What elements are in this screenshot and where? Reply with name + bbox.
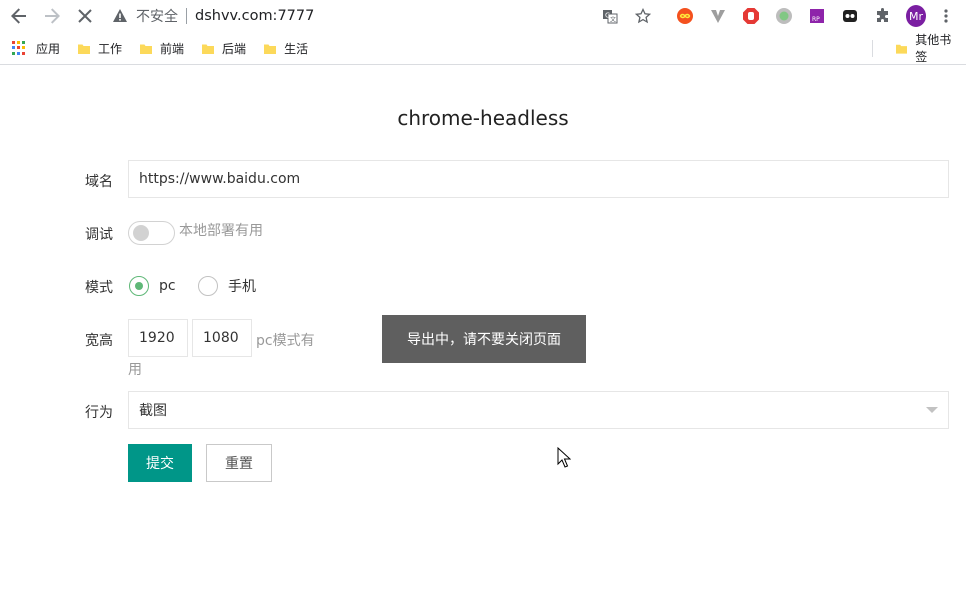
bookmark-folder-work[interactable]: 工作 [78, 36, 122, 60]
profile-avatar[interactable]: Mr [906, 5, 926, 27]
url-text[interactable]: dshvv.com:7777 [195, 8, 314, 24]
bookmark-label: 工作 [98, 41, 123, 56]
translate-icon[interactable]: G文 [600, 6, 620, 26]
folder-icon [896, 44, 908, 54]
domain-input[interactable]: https://www.baidu.com [128, 160, 949, 198]
action-selected-value: 截图 [139, 403, 167, 419]
extension-infinity-icon[interactable] [675, 6, 695, 26]
height-input[interactable]: 1080 [192, 319, 252, 357]
submit-button[interactable]: 提交 [128, 444, 192, 482]
extension-dark-icon[interactable] [840, 6, 860, 26]
radio-label: 手机 [228, 279, 256, 295]
switch-knob [133, 225, 149, 241]
bookmark-other[interactable]: 其他书签 [896, 33, 960, 64]
extension-stop-icon[interactable] [741, 6, 761, 26]
width-input[interactable]: 1920 [128, 319, 188, 357]
mode-radio-pc[interactable]: pc [129, 276, 176, 296]
bookmark-label: 应用 [36, 41, 61, 56]
bookmarks-divider [872, 40, 873, 57]
debug-label: 调试 [85, 227, 113, 243]
action-label: 行为 [85, 405, 113, 421]
size-hint-wrap: 用 [128, 362, 142, 378]
bookmarks-bar: 应用 工作 前端 后端 生活 其他书签 [0, 32, 966, 65]
page-title: chrome-headless [397, 106, 569, 130]
toolbar-right-icons: G文 RP Mr [587, 5, 956, 27]
folder-icon [264, 44, 277, 54]
debug-hint: 本地部署有用 [179, 223, 263, 239]
bookmark-folder-life[interactable]: 生活 [264, 36, 308, 60]
address-divider [186, 8, 187, 24]
loading-toast: 导出中，请不要关闭页面 [382, 315, 586, 363]
back-arrow-icon[interactable] [8, 5, 30, 27]
star-bookmark-icon[interactable] [633, 6, 653, 26]
browser-toolbar: 不安全 dshvv.com:7777 G文 RP Mr [0, 0, 966, 32]
apps-grid-icon [12, 41, 26, 55]
chevron-down-icon [926, 407, 938, 413]
warning-icon[interactable] [112, 8, 128, 24]
radio-checked-icon [129, 276, 149, 296]
svg-text:文: 文 [610, 16, 616, 24]
size-label: 宽高 [85, 333, 113, 349]
folder-icon [140, 44, 153, 54]
extension-circle-icon[interactable] [774, 6, 794, 26]
action-select[interactable]: 截图 [128, 391, 949, 429]
bookmark-label: 后端 [222, 41, 247, 56]
mode-radio-mobile[interactable]: 手机 [198, 276, 256, 296]
extension-rp-icon[interactable]: RP [807, 6, 827, 26]
domain-label: 域名 [85, 174, 113, 190]
folder-icon [78, 44, 91, 54]
mode-label: 模式 [85, 280, 113, 296]
avatar[interactable]: Mr [906, 5, 926, 27]
forward-arrow-icon[interactable] [41, 5, 63, 27]
extension-v-icon[interactable] [708, 6, 728, 26]
bookmark-folder-backend[interactable]: 后端 [202, 36, 246, 60]
address-bar[interactable]: 不安全 dshvv.com:7777 [112, 5, 314, 27]
size-hint: pc模式有 [256, 333, 315, 349]
svg-text:RP: RP [812, 16, 820, 23]
security-status[interactable]: 不安全 [136, 6, 178, 26]
bookmark-apps[interactable]: 应用 [12, 36, 60, 60]
radio-unchecked-icon [198, 276, 218, 296]
bookmark-folder-frontend[interactable]: 前端 [140, 36, 184, 60]
extensions-puzzle-icon[interactable] [873, 6, 893, 26]
bookmark-label: 其他书签 [915, 33, 952, 64]
menu-kebab-icon[interactable] [936, 6, 956, 26]
stop-loading-icon[interactable] [74, 5, 96, 27]
debug-switch[interactable] [128, 221, 175, 245]
folder-icon [202, 44, 215, 54]
bookmark-label: 生活 [284, 41, 309, 56]
reset-button[interactable]: 重置 [206, 444, 272, 482]
radio-label: pc [159, 278, 176, 294]
mouse-cursor-icon [557, 447, 571, 468]
bookmark-label: 前端 [160, 41, 185, 56]
